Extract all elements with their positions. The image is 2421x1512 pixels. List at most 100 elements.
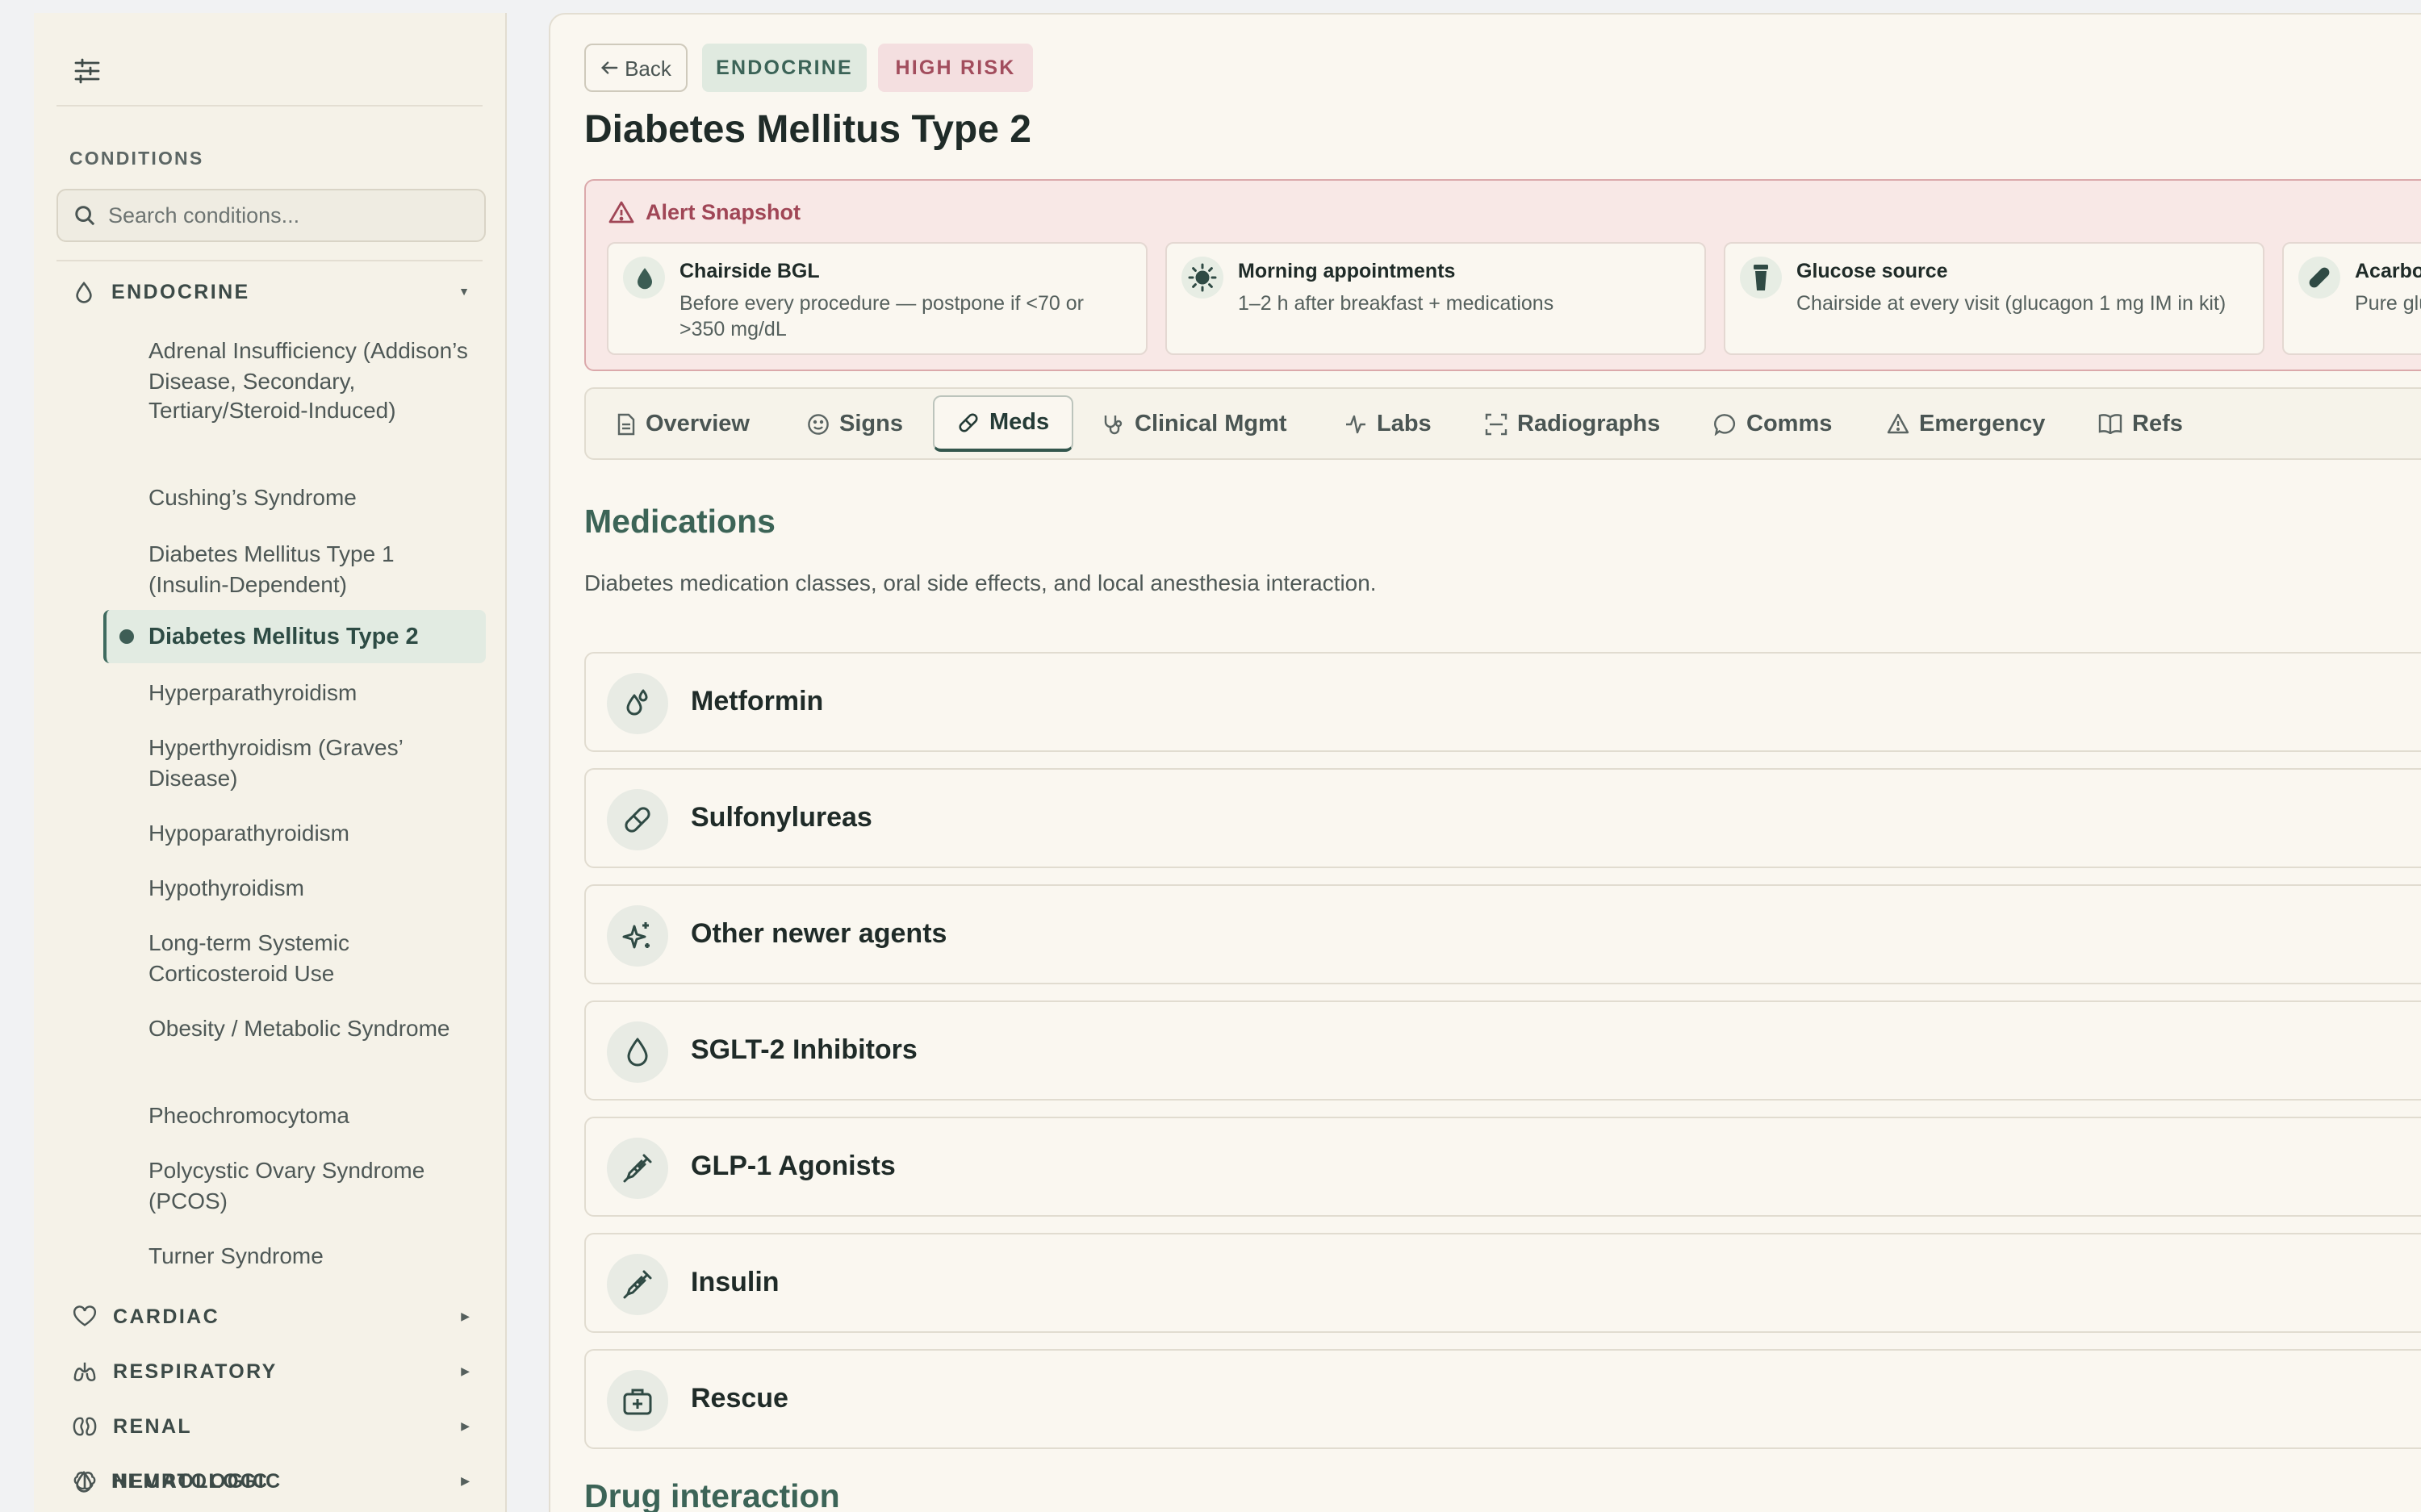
med-label: Metformin — [691, 686, 824, 716]
back-label: Back — [625, 56, 671, 80]
tab-label: Overview — [646, 411, 750, 436]
sidebar-item-hyperthyroidism[interactable]: Hyperthyroidism (Graves’ Disease) — [148, 733, 471, 792]
pill-icon — [2298, 257, 2340, 299]
alert-card: Glucose source Chairside at every visit … — [1724, 242, 2264, 355]
sidebar-item-diabetes-type-1[interactable]: Diabetes Mellitus Type 1 (Insulin-Depend… — [148, 539, 471, 599]
alert-header: Alert Snapshot — [608, 200, 801, 224]
sidebar-item-hypothyroidism[interactable]: Hypothyroidism — [148, 873, 471, 903]
tab-label: Comms — [1746, 411, 1833, 436]
tab-signs[interactable]: Signs — [807, 395, 903, 452]
sliders-icon — [73, 56, 102, 86]
main-panel: Back ENDOCRINE HIGH RISK Diabetes Mellit… — [549, 13, 2421, 1512]
med-row-glp1-agonists[interactable]: GLP-1 Agonists — [584, 1117, 2421, 1217]
alert-card-title: Morning appointments — [1238, 260, 1456, 282]
sidebar-toggle-button[interactable] — [69, 55, 105, 87]
alert-card-desc: 1–2 h after breakfast + medications — [1238, 292, 1554, 315]
document-icon — [617, 412, 636, 435]
tab-label: Signs — [839, 411, 903, 436]
category-cardiac[interactable]: CARDIAC ▶ — [56, 1294, 486, 1339]
category-badge: ENDOCRINE — [702, 44, 867, 92]
back-button[interactable]: Back — [584, 44, 688, 92]
tab-label: Meds — [989, 410, 1050, 436]
sidebar-item-obesity[interactable]: Obesity / Metabolic Syndrome — [148, 1013, 471, 1043]
scan-icon — [1485, 412, 1507, 435]
med-row-insulin[interactable]: Insulin — [584, 1233, 2421, 1333]
alert-snapshot: Alert Snapshot Chairside BGL Before ever… — [584, 179, 2421, 371]
sidebar-item-pcos[interactable]: Polycystic Ovary Syndrome (PCOS) — [148, 1155, 471, 1215]
search-input[interactable] — [108, 203, 463, 228]
chat-icon — [1714, 412, 1737, 435]
med-label: Other newer agents — [691, 918, 947, 949]
category-label: NEUROLOGIC — [113, 1470, 270, 1493]
med-label: Sulfonylureas — [691, 802, 872, 833]
medkit-icon — [607, 1370, 668, 1431]
category-label: RENAL — [113, 1415, 193, 1438]
chevron-right-icon: ▶ — [461, 1476, 470, 1488]
tab-refs[interactable]: Refs — [2098, 395, 2183, 452]
drug-interaction-title: Drug interaction — [584, 1478, 840, 1512]
med-label: GLP-1 Agonists — [691, 1151, 896, 1181]
alert-card-desc: Pure glucose table not work — [2355, 292, 2421, 315]
alert-card-title: Glucose source — [1796, 260, 1948, 282]
category-respiratory[interactable]: RESPIRATORY ▶ — [56, 1349, 486, 1394]
tab-emergency[interactable]: Emergency — [1887, 395, 2045, 452]
warning-icon — [608, 200, 634, 224]
sidebar-item-diabetes-type-2[interactable]: Diabetes Mellitus Type 2 — [103, 610, 486, 663]
sidebar-item-label: Diabetes Mellitus Type 2 — [148, 624, 419, 649]
category-label: ENDOCRINE — [111, 281, 250, 303]
alert-title: Alert Snapshot — [646, 200, 801, 224]
med-label: Insulin — [691, 1267, 780, 1297]
tab-comms[interactable]: Comms — [1714, 395, 1832, 452]
section-title: Medications — [584, 503, 776, 541]
warning-icon — [1887, 413, 1909, 434]
sidebar-item-turner[interactable]: Turner Syndrome — [148, 1241, 471, 1271]
sidebar-item-adrenal-insufficiency[interactable]: Adrenal Insufficiency (Addison’s Disease… — [148, 336, 471, 425]
stethoscope-icon — [1102, 412, 1125, 435]
face-icon — [807, 412, 830, 435]
chevron-right-icon: ▶ — [461, 1367, 470, 1378]
risk-badge: HIGH RISK — [878, 44, 1033, 92]
drop-icon — [73, 281, 95, 303]
med-row-rescue[interactable]: Rescue — [584, 1349, 2421, 1449]
alert-card: Acarbose / miglito Pure glucose table no… — [2282, 242, 2421, 355]
med-row-sglt2-inhibitors[interactable]: SGLT-2 Inhibitors — [584, 1000, 2421, 1101]
med-label: SGLT-2 Inhibitors — [691, 1034, 918, 1065]
syringe-icon — [607, 1254, 668, 1315]
drop-icon — [607, 1021, 668, 1083]
category-endocrine[interactable]: ENDOCRINE ▼ — [56, 269, 486, 315]
section-description: Diabetes medication classes, oral side e… — [584, 570, 1377, 595]
med-row-sulfonylureas[interactable]: Sulfonylureas — [584, 768, 2421, 868]
tab-label: Refs — [2132, 411, 2183, 436]
pill-icon — [607, 789, 668, 850]
category-renal[interactable]: RENAL ▶ — [56, 1404, 486, 1449]
lungs-icon — [73, 1360, 97, 1383]
drops-icon — [607, 673, 668, 734]
med-row-other-newer-agents[interactable]: Other newer agents — [584, 884, 2421, 984]
sidebar-item-cushings[interactable]: Cushing’s Syndrome — [148, 482, 471, 512]
tab-label: Emergency — [1919, 411, 2046, 436]
tab-labs[interactable]: Labs — [1344, 395, 1432, 452]
tab-radiographs[interactable]: Radiographs — [1485, 395, 1660, 452]
med-label: Rescue — [691, 1383, 788, 1414]
tab-overview[interactable]: Overview — [617, 395, 750, 452]
med-row-metformin[interactable]: Metformin — [584, 652, 2421, 752]
search-icon — [74, 205, 95, 226]
sidebar: CONDITIONS ENDOCRINE ▼ Adrenal Insuffici… — [34, 13, 507, 1512]
search-box[interactable] — [56, 189, 486, 242]
sidebar-item-hypoparathyroidism[interactable]: Hypoparathyroidism — [148, 818, 471, 848]
conditions-heading: CONDITIONS — [69, 150, 204, 169]
page-title: Diabetes Mellitus Type 2 — [584, 108, 1031, 152]
sparkles-icon — [607, 905, 668, 967]
book-icon — [2098, 413, 2122, 434]
tab-clinical-mgmt[interactable]: Clinical Mgmt — [1102, 395, 1287, 452]
tab-meds[interactable]: Meds — [933, 395, 1074, 452]
arrow-left-icon — [600, 60, 618, 76]
divider — [56, 105, 483, 107]
category-label: CARDIAC — [113, 1305, 220, 1328]
tab-label: Clinical Mgmt — [1135, 411, 1287, 436]
tab-bar: Overview Signs Meds Clinical Mgmt Labs R… — [584, 387, 2421, 460]
category-neurologic[interactable]: NEUROLOGIC ▶ — [56, 1459, 486, 1504]
sidebar-item-pheochromocytoma[interactable]: Pheochromocytoma — [148, 1101, 471, 1130]
sidebar-item-corticosteroid-use[interactable]: Long-term Systemic Corticosteroid Use — [148, 928, 471, 988]
sidebar-item-hyperparathyroidism[interactable]: Hyperparathyroidism — [148, 678, 471, 708]
